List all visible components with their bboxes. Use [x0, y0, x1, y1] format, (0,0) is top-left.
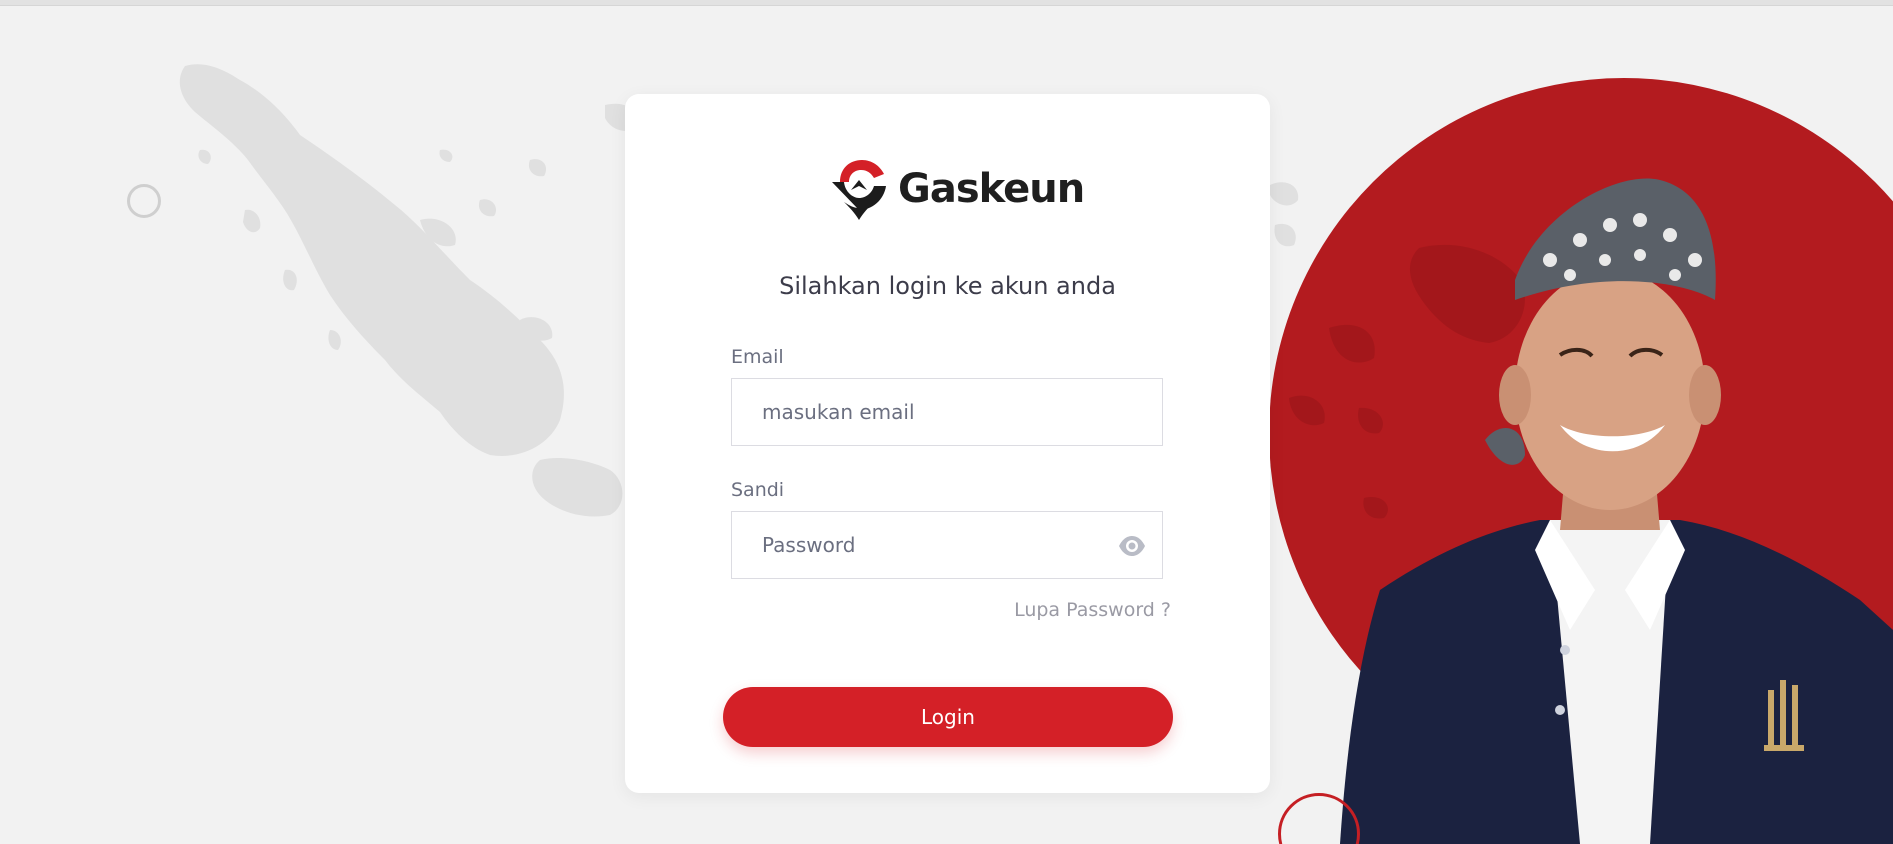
login-card: Gaskeun Silahkan login ke akun anda Emai…: [625, 94, 1270, 793]
email-input[interactable]: [732, 379, 1162, 445]
eye-icon[interactable]: [1118, 534, 1146, 558]
password-field-box: [731, 511, 1163, 579]
brand-name: Gaskeun: [898, 166, 1085, 212]
password-label: Sandi: [731, 479, 785, 501]
login-button[interactable]: Login: [723, 687, 1173, 747]
decorative-ring: [127, 184, 161, 218]
brand-logo: Gaskeun: [830, 154, 1085, 224]
login-page: Gaskeun Silahkan login ke akun anda Emai…: [0, 0, 1893, 844]
gaskeun-pin-logo-icon: [832, 160, 886, 220]
password-input[interactable]: [732, 512, 1162, 578]
forgot-password-link[interactable]: Lupa Password ?: [1014, 599, 1171, 621]
hero-person-illustration: [1340, 178, 1893, 844]
login-heading: Silahkan login ke akun anda: [779, 272, 1116, 300]
email-field-box: [731, 378, 1163, 446]
email-label: Email: [731, 346, 784, 368]
